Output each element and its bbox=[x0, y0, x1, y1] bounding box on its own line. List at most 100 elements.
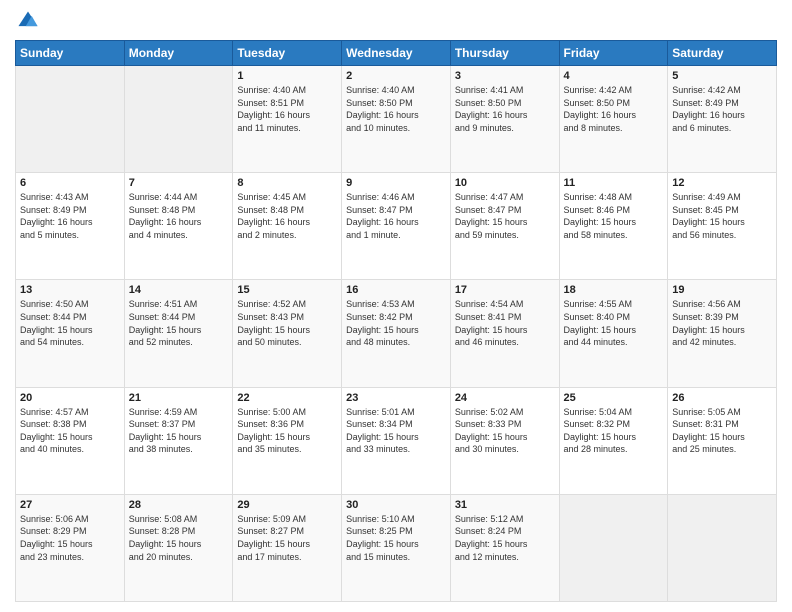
calendar-cell: 25 Sunrise: 5:04 AM Sunset: 8:32 PM Dayli… bbox=[559, 387, 668, 494]
day-info: Sunrise: 4:55 AM Sunset: 8:40 PM Dayligh… bbox=[564, 298, 664, 348]
day-info: Sunrise: 4:49 AM Sunset: 8:45 PM Dayligh… bbox=[672, 191, 772, 241]
week-row-1: 1 Sunrise: 4:40 AM Sunset: 8:51 PM Daylig… bbox=[16, 66, 777, 173]
day-number: 26 bbox=[672, 392, 772, 404]
weekday-header-row: SundayMondayTuesdayWednesdayThursdayFrid… bbox=[16, 41, 777, 66]
day-number: 31 bbox=[455, 499, 555, 511]
calendar-cell: 8 Sunrise: 4:45 AM Sunset: 8:48 PM Daylig… bbox=[233, 173, 342, 280]
day-number: 14 bbox=[129, 284, 229, 296]
calendar-cell: 22 Sunrise: 5:00 AM Sunset: 8:36 PM Dayli… bbox=[233, 387, 342, 494]
day-number: 13 bbox=[20, 284, 120, 296]
day-number: 6 bbox=[20, 177, 120, 189]
calendar-cell: 28 Sunrise: 5:08 AM Sunset: 8:28 PM Dayli… bbox=[124, 494, 233, 601]
day-number: 16 bbox=[346, 284, 446, 296]
calendar-cell: 26Sunrise: 5:05 AM Sunset: 8:31 PM Dayli… bbox=[668, 387, 777, 494]
calendar-cell: 17 Sunrise: 4:54 AM Sunset: 8:41 PM Dayli… bbox=[450, 280, 559, 387]
day-info: Sunrise: 4:47 AM Sunset: 8:47 PM Dayligh… bbox=[455, 191, 555, 241]
day-info: Sunrise: 5:02 AM Sunset: 8:33 PM Dayligh… bbox=[455, 406, 555, 456]
day-number: 3 bbox=[455, 70, 555, 82]
calendar-cell: 13 Sunrise: 4:50 AM Sunset: 8:44 PM Dayli… bbox=[16, 280, 125, 387]
day-info: Sunrise: 5:10 AM Sunset: 8:25 PM Dayligh… bbox=[346, 513, 446, 563]
calendar-cell: 14 Sunrise: 4:51 AM Sunset: 8:44 PM Dayli… bbox=[124, 280, 233, 387]
day-number: 28 bbox=[129, 499, 229, 511]
day-info: Sunrise: 5:01 AM Sunset: 8:34 PM Dayligh… bbox=[346, 406, 446, 456]
weekday-header-thursday: Thursday bbox=[450, 41, 559, 66]
day-number: 10 bbox=[455, 177, 555, 189]
day-number: 7 bbox=[129, 177, 229, 189]
calendar-cell: 6 Sunrise: 4:43 AM Sunset: 8:49 PM Daylig… bbox=[16, 173, 125, 280]
calendar-cell: 2Sunrise: 4:40 AM Sunset: 8:50 PM Daylig… bbox=[342, 66, 451, 173]
day-number: 27 bbox=[20, 499, 120, 511]
calendar-cell: 5Sunrise: 4:42 AM Sunset: 8:49 PM Daylig… bbox=[668, 66, 777, 173]
day-info: Sunrise: 4:53 AM Sunset: 8:42 PM Dayligh… bbox=[346, 298, 446, 348]
day-info: Sunrise: 5:08 AM Sunset: 8:28 PM Dayligh… bbox=[129, 513, 229, 563]
day-info: Sunrise: 5:04 AM Sunset: 8:32 PM Dayligh… bbox=[564, 406, 664, 456]
day-info: Sunrise: 4:41 AM Sunset: 8:50 PM Dayligh… bbox=[455, 84, 555, 134]
calendar-cell: 18 Sunrise: 4:55 AM Sunset: 8:40 PM Dayli… bbox=[559, 280, 668, 387]
calendar-cell bbox=[559, 494, 668, 601]
calendar-cell: 11 Sunrise: 4:48 AM Sunset: 8:46 PM Dayli… bbox=[559, 173, 668, 280]
day-number: 11 bbox=[564, 177, 664, 189]
day-info: Sunrise: 4:51 AM Sunset: 8:44 PM Dayligh… bbox=[129, 298, 229, 348]
calendar-cell: 15 Sunrise: 4:52 AM Sunset: 8:43 PM Dayli… bbox=[233, 280, 342, 387]
calendar-cell: 21 Sunrise: 4:59 AM Sunset: 8:37 PM Dayli… bbox=[124, 387, 233, 494]
day-info: Sunrise: 4:50 AM Sunset: 8:44 PM Dayligh… bbox=[20, 298, 120, 348]
calendar-cell: 20 Sunrise: 4:57 AM Sunset: 8:38 PM Dayli… bbox=[16, 387, 125, 494]
day-info: Sunrise: 4:57 AM Sunset: 8:38 PM Dayligh… bbox=[20, 406, 120, 456]
day-number: 20 bbox=[20, 392, 120, 404]
day-number: 8 bbox=[237, 177, 337, 189]
day-number: 9 bbox=[346, 177, 446, 189]
day-number: 23 bbox=[346, 392, 446, 404]
day-info: Sunrise: 4:44 AM Sunset: 8:48 PM Dayligh… bbox=[129, 191, 229, 241]
day-number: 30 bbox=[346, 499, 446, 511]
day-info: Sunrise: 4:45 AM Sunset: 8:48 PM Dayligh… bbox=[237, 191, 337, 241]
day-number: 18 bbox=[564, 284, 664, 296]
day-info: Sunrise: 4:42 AM Sunset: 8:49 PM Dayligh… bbox=[672, 84, 772, 134]
calendar-cell: 7 Sunrise: 4:44 AM Sunset: 8:48 PM Daylig… bbox=[124, 173, 233, 280]
day-info: Sunrise: 4:48 AM Sunset: 8:46 PM Dayligh… bbox=[564, 191, 664, 241]
day-info: Sunrise: 4:40 AM Sunset: 8:51 PM Dayligh… bbox=[237, 84, 337, 134]
day-number: 29 bbox=[237, 499, 337, 511]
logo-icon bbox=[17, 10, 39, 32]
calendar-cell: 12 Sunrise: 4:49 AM Sunset: 8:45 PM Dayli… bbox=[668, 173, 777, 280]
week-row-2: 6 Sunrise: 4:43 AM Sunset: 8:49 PM Daylig… bbox=[16, 173, 777, 280]
calendar: SundayMondayTuesdayWednesdayThursdayFrid… bbox=[15, 40, 777, 602]
calendar-cell: 9Sunrise: 4:46 AM Sunset: 8:47 PM Daylig… bbox=[342, 173, 451, 280]
day-info: Sunrise: 5:06 AM Sunset: 8:29 PM Dayligh… bbox=[20, 513, 120, 563]
week-row-5: 27 Sunrise: 5:06 AM Sunset: 8:29 PM Dayli… bbox=[16, 494, 777, 601]
day-info: Sunrise: 4:42 AM Sunset: 8:50 PM Dayligh… bbox=[564, 84, 664, 134]
calendar-cell: 23 Sunrise: 5:01 AM Sunset: 8:34 PM Dayli… bbox=[342, 387, 451, 494]
calendar-cell: 30 Sunrise: 5:10 AM Sunset: 8:25 PM Dayli… bbox=[342, 494, 451, 601]
calendar-cell: 29Sunrise: 5:09 AM Sunset: 8:27 PM Dayli… bbox=[233, 494, 342, 601]
day-number: 1 bbox=[237, 70, 337, 82]
day-number: 17 bbox=[455, 284, 555, 296]
day-info: Sunrise: 4:56 AM Sunset: 8:39 PM Dayligh… bbox=[672, 298, 772, 348]
calendar-cell: 10 Sunrise: 4:47 AM Sunset: 8:47 PM Dayli… bbox=[450, 173, 559, 280]
header bbox=[15, 10, 777, 32]
day-number: 22 bbox=[237, 392, 337, 404]
calendar-cell: 16 Sunrise: 4:53 AM Sunset: 8:42 PM Dayli… bbox=[342, 280, 451, 387]
page: SundayMondayTuesdayWednesdayThursdayFrid… bbox=[0, 0, 792, 612]
calendar-cell: 31 Sunrise: 5:12 AM Sunset: 8:24 PM Dayli… bbox=[450, 494, 559, 601]
day-number: 21 bbox=[129, 392, 229, 404]
day-number: 19 bbox=[672, 284, 772, 296]
calendar-cell: 24Sunrise: 5:02 AM Sunset: 8:33 PM Dayli… bbox=[450, 387, 559, 494]
day-info: Sunrise: 4:59 AM Sunset: 8:37 PM Dayligh… bbox=[129, 406, 229, 456]
calendar-cell: 3 Sunrise: 4:41 AM Sunset: 8:50 PM Daylig… bbox=[450, 66, 559, 173]
calendar-cell bbox=[668, 494, 777, 601]
day-info: Sunrise: 5:12 AM Sunset: 8:24 PM Dayligh… bbox=[455, 513, 555, 563]
day-number: 12 bbox=[672, 177, 772, 189]
day-info: Sunrise: 4:43 AM Sunset: 8:49 PM Dayligh… bbox=[20, 191, 120, 241]
day-info: Sunrise: 4:52 AM Sunset: 8:43 PM Dayligh… bbox=[237, 298, 337, 348]
calendar-cell: 4Sunrise: 4:42 AM Sunset: 8:50 PM Daylig… bbox=[559, 66, 668, 173]
weekday-header-tuesday: Tuesday bbox=[233, 41, 342, 66]
weekday-header-monday: Monday bbox=[124, 41, 233, 66]
calendar-cell bbox=[124, 66, 233, 173]
day-number: 15 bbox=[237, 284, 337, 296]
day-number: 2 bbox=[346, 70, 446, 82]
week-row-4: 20 Sunrise: 4:57 AM Sunset: 8:38 PM Dayli… bbox=[16, 387, 777, 494]
logo bbox=[15, 10, 41, 32]
day-info: Sunrise: 5:00 AM Sunset: 8:36 PM Dayligh… bbox=[237, 406, 337, 456]
day-info: Sunrise: 4:54 AM Sunset: 8:41 PM Dayligh… bbox=[455, 298, 555, 348]
weekday-header-wednesday: Wednesday bbox=[342, 41, 451, 66]
day-number: 25 bbox=[564, 392, 664, 404]
